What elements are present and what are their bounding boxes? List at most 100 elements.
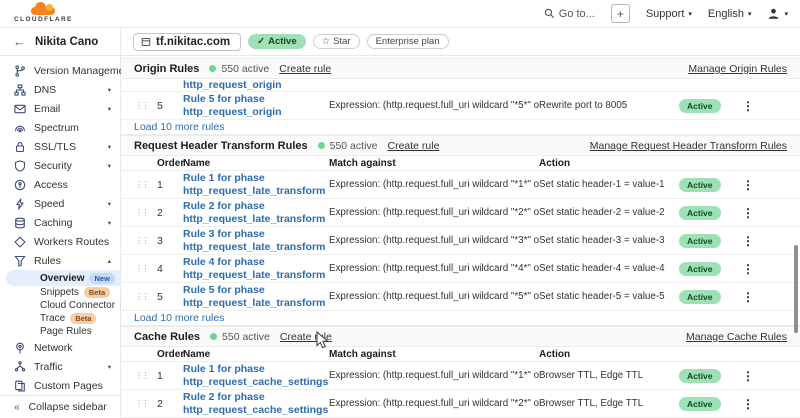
- sidebar-item-access[interactable]: Access: [0, 175, 120, 194]
- sidebar-item-ssl-tls[interactable]: SSL/TLS▾: [0, 137, 120, 156]
- rule-name-link[interactable]: http_request_origin: [183, 79, 800, 92]
- collapse-label: Collapse sidebar: [29, 401, 107, 413]
- rule-name-link[interactable]: Rule 1 for phasehttp_request_late_transf…: [183, 172, 329, 197]
- section-title: Origin Rules: [134, 63, 199, 75]
- sidebar-item-version-management[interactable]: Version Management: [0, 61, 120, 80]
- kebab-menu-icon[interactable]: ⋮: [742, 178, 754, 192]
- sidebar-item-email[interactable]: Email▾: [0, 99, 120, 118]
- kebab-menu-icon[interactable]: ⋮: [742, 234, 754, 248]
- language-menu[interactable]: English ▾: [708, 8, 752, 20]
- rule-name-link[interactable]: Rule 2 for phasehttp_request_late_transf…: [183, 200, 329, 225]
- drag-handle-icon[interactable]: ⋮⋮: [135, 265, 157, 273]
- search-icon: [544, 8, 555, 19]
- active-badge: Active: [679, 206, 721, 220]
- dns-icon: [13, 84, 26, 96]
- kebab-menu-icon[interactable]: ⋮: [742, 262, 754, 276]
- sidebar-item-speed[interactable]: Speed▾: [0, 194, 120, 213]
- rule-name-link[interactable]: Rule 5 for phasehttp_request_late_transf…: [183, 284, 329, 309]
- section-header-cache-rules: Cache Rules550 activeCreate ruleManage C…: [121, 326, 800, 347]
- sidebar-item-label: Overview: [40, 273, 84, 284]
- main-content: Origin Rules550 activeCreate ruleManage …: [121, 56, 800, 418]
- sidebar-item-traffic[interactable]: Traffic▾: [0, 357, 120, 376]
- kebab-menu-icon[interactable]: ⋮: [742, 397, 754, 411]
- active-badge: Active: [679, 369, 721, 383]
- pages-icon: [13, 380, 26, 392]
- drag-handle-icon[interactable]: ⋮⋮: [135, 293, 157, 301]
- table-row: ⋮⋮5Rule 5 for phasehttp_request_originEx…: [121, 92, 800, 120]
- sidebar-item-trace[interactable]: TraceBeta: [0, 312, 120, 325]
- create-rule-link[interactable]: Create rule: [279, 63, 331, 75]
- body: Version ManagementDNS▾Email▾SpectrumSSL/…: [0, 56, 800, 418]
- drag-handle-icon[interactable]: ⋮⋮: [135, 102, 157, 110]
- rule-match-expression: Expression: (http.request.full_uri wildc…: [329, 100, 539, 111]
- table-column-header: OrderNameMatch againstAction: [121, 156, 800, 171]
- sidebar-item-cloud-connector[interactable]: Cloud ConnectorBeta: [0, 299, 120, 312]
- section-header-origin-rules: Origin Rules550 activeCreate ruleManage …: [121, 58, 800, 79]
- network-icon: [13, 342, 26, 354]
- scrollbar-thumb[interactable]: [794, 245, 798, 333]
- kebab-menu-icon[interactable]: ⋮: [742, 369, 754, 383]
- rule-name-link[interactable]: Rule 3 for phasehttp_request_late_transf…: [183, 228, 329, 253]
- rule-match-expression: Expression: (http.request.full_uri wildc…: [329, 370, 539, 381]
- drag-handle-icon[interactable]: ⋮⋮: [135, 237, 157, 245]
- column-label-match-against: Match against: [329, 158, 539, 169]
- sidebar-item-page-rules[interactable]: Page Rules: [0, 325, 120, 338]
- sidebar-item-overview[interactable]: OverviewNew: [6, 270, 120, 286]
- sidebar-item-caching[interactable]: Caching▾: [0, 213, 120, 232]
- rule-action: Set static header-5 = value-5: [539, 291, 679, 302]
- rule-name-link[interactable]: Rule 2 for phasehttp_request_cache_setti…: [183, 391, 329, 416]
- section-title: Cache Rules: [134, 331, 200, 343]
- column-label-name: Name: [183, 349, 329, 360]
- rule-name-link[interactable]: Rule 1 for phasehttp_request_cache_setti…: [183, 363, 329, 388]
- create-rule-link[interactable]: Create rule: [388, 140, 440, 152]
- back-arrow-icon[interactable]: ←: [13, 34, 26, 49]
- top-bar: CLOUDFLARE Go to... + Support ▾ English …: [0, 0, 800, 28]
- star-button[interactable]: ☆ Star: [313, 34, 360, 49]
- sidebar-item-security[interactable]: Security▾: [0, 156, 120, 175]
- collapse-icon: «: [14, 402, 20, 413]
- column-label-action: Action: [539, 349, 679, 360]
- rule-order: 5: [157, 100, 183, 112]
- rule-name-link[interactable]: Rule 5 for phasehttp_request_origin: [183, 93, 329, 118]
- active-badge: Active: [679, 290, 721, 304]
- add-site-button[interactable]: +: [611, 4, 630, 23]
- manage-rules-link[interactable]: Manage Origin Rules: [688, 63, 787, 75]
- goto-search[interactable]: Go to...: [544, 8, 595, 20]
- kebab-menu-icon[interactable]: ⋮: [742, 206, 754, 220]
- drag-handle-icon[interactable]: ⋮⋮: [135, 181, 157, 189]
- manage-rules-link[interactable]: Manage Request Header Transform Rules: [590, 140, 787, 152]
- rule-action: Set static header-1 = value-1: [539, 179, 679, 190]
- sidebar-item-label: SSL/TLS: [34, 141, 100, 153]
- sidebar-item-label: Speed: [34, 198, 100, 210]
- load-more-rules-link[interactable]: Load 10 more rules: [121, 311, 800, 326]
- support-menu[interactable]: Support ▾: [646, 8, 692, 20]
- sidebar-item-dns[interactable]: DNS▾: [0, 80, 120, 99]
- kebab-menu-icon[interactable]: ⋮: [742, 290, 754, 304]
- sidebar-item-label: Traffic: [34, 361, 100, 373]
- create-rule-link[interactable]: Create rule: [280, 331, 332, 343]
- sidebar-item-rules[interactable]: Rules▴: [0, 251, 120, 270]
- sidebar-item-label: Trace: [40, 313, 65, 324]
- rule-action: Browser TTL, Edge TTL: [539, 398, 679, 409]
- sidebar-item-custom-pages[interactable]: Custom Pages: [0, 376, 120, 395]
- drag-handle-icon[interactable]: ⋮⋮: [135, 209, 157, 217]
- rule-order: 1: [157, 370, 183, 382]
- support-label: Support: [646, 8, 685, 20]
- collapse-sidebar-button[interactable]: « Collapse sidebar: [0, 395, 120, 418]
- drag-handle-icon[interactable]: ⋮⋮: [135, 400, 157, 408]
- kebab-menu-icon[interactable]: ⋮: [742, 99, 754, 113]
- user-menu[interactable]: ▾: [767, 7, 788, 20]
- sidebar-item-workers-routes[interactable]: Workers Routes: [0, 232, 120, 251]
- load-more-rules-link[interactable]: Load 10 more rules: [121, 120, 800, 135]
- rule-action: Set static header-4 = value-4: [539, 263, 679, 274]
- git-branch-icon: [13, 65, 26, 77]
- sidebar-item-network[interactable]: Network: [0, 338, 120, 357]
- rule-name-link[interactable]: Rule 4 for phasehttp_request_late_transf…: [183, 256, 329, 281]
- sidebar-item-spectrum[interactable]: Spectrum: [0, 118, 120, 137]
- domain-selector[interactable]: tf.nikitac.com: [133, 33, 241, 51]
- manage-rules-link[interactable]: Manage Cache Rules: [686, 331, 787, 343]
- sidebar-item-snippets[interactable]: SnippetsBeta: [0, 286, 120, 299]
- drag-handle-icon[interactable]: ⋮⋮: [135, 372, 157, 380]
- traffic-icon: [13, 361, 26, 373]
- cloudflare-logo[interactable]: CLOUDFLARE: [14, 4, 73, 23]
